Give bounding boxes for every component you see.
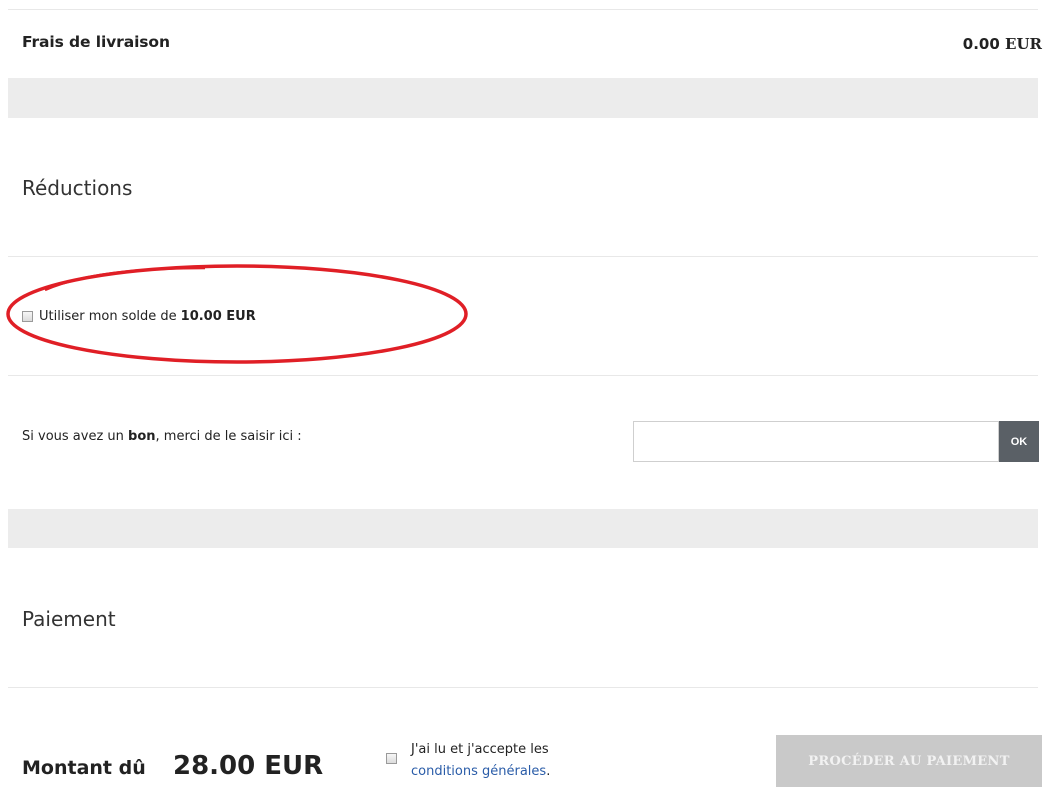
terms-link[interactable]: conditions générales bbox=[411, 764, 546, 779]
amount-due-label: Montant dû bbox=[22, 757, 146, 779]
divider bbox=[8, 375, 1038, 376]
divider bbox=[8, 687, 1038, 688]
voucher-ok-button[interactable]: OK bbox=[999, 421, 1039, 462]
voucher-code-input[interactable] bbox=[633, 421, 999, 462]
shipping-label: Frais de livraison bbox=[22, 33, 170, 51]
top-divider bbox=[8, 9, 1038, 10]
discounts-title: Réductions bbox=[22, 176, 133, 200]
payment-title: Paiement bbox=[22, 607, 116, 631]
shipping-amount: 0.00 EUR bbox=[963, 35, 1042, 53]
terms-suffix: . bbox=[546, 764, 551, 779]
divider bbox=[8, 256, 1038, 257]
terms-text: J'ai lu et j'accepte les conditions géné… bbox=[411, 739, 550, 783]
proceed-to-payment-button[interactable]: PROCÉDER AU PAIEMENT bbox=[776, 735, 1042, 787]
use-balance-option[interactable]: Utiliser mon solde de 10.00 EUR bbox=[22, 309, 256, 324]
voucher-label-text: Si vous avez un bbox=[22, 429, 129, 444]
use-balance-checkbox[interactable] bbox=[22, 311, 33, 322]
balance-amount: 10.00 EUR bbox=[180, 309, 256, 324]
voucher-label-bold: bon bbox=[128, 429, 156, 444]
section-separator-band bbox=[8, 509, 1038, 548]
voucher-label: Si vous avez un bon, merci de le saisir … bbox=[22, 429, 302, 444]
shipping-amount-value: 0.00 bbox=[962, 35, 1000, 53]
use-balance-label: Utiliser mon solde de bbox=[39, 309, 177, 324]
amount-due-value: 28.00 EUR bbox=[173, 751, 324, 781]
terms-prefix: J'ai lu et j'accepte les bbox=[411, 742, 549, 757]
voucher-label-text-end: , merci de le saisir ici : bbox=[155, 429, 302, 444]
section-separator-band bbox=[8, 78, 1038, 118]
terms-checkbox[interactable] bbox=[386, 753, 397, 764]
shipping-currency: EUR bbox=[1005, 35, 1042, 53]
